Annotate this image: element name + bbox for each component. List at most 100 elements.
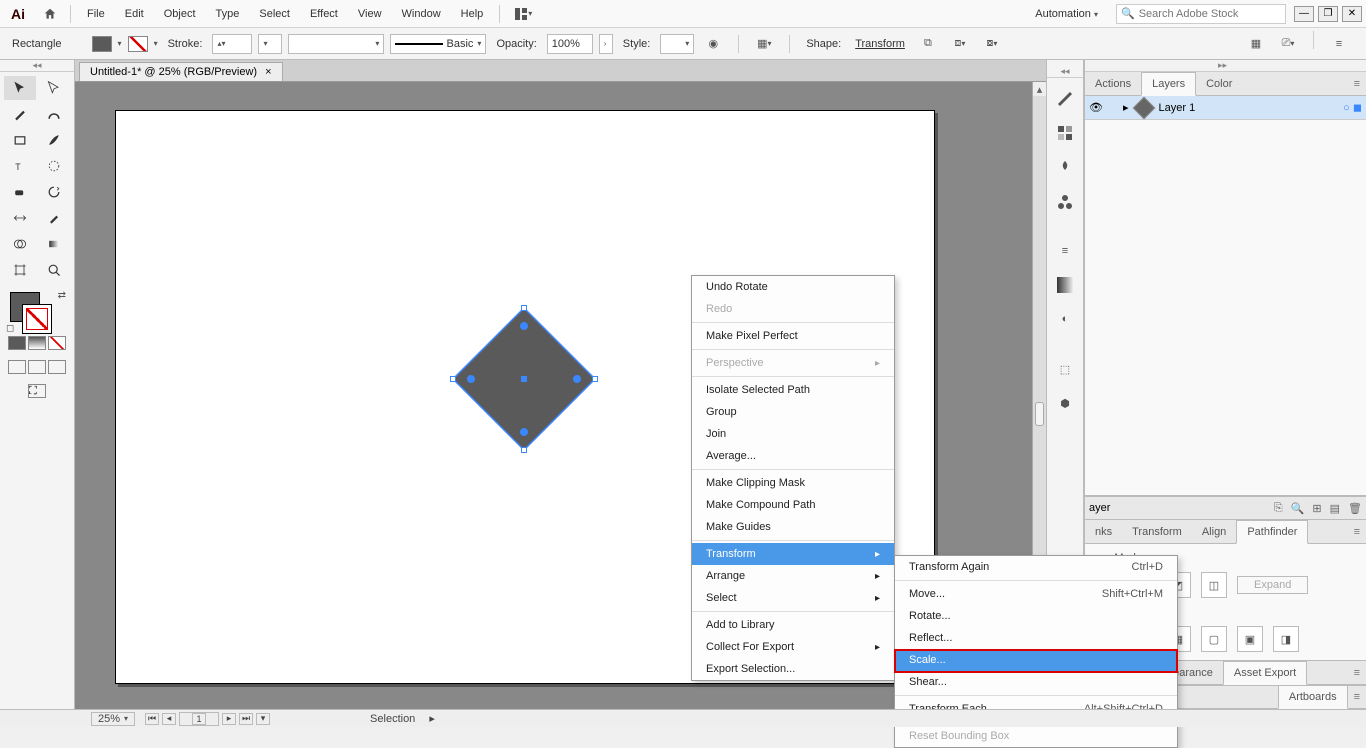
direct-selection-tool[interactable] xyxy=(38,76,70,100)
menu-type[interactable]: Type xyxy=(206,2,250,26)
transform-link[interactable]: Transform xyxy=(851,38,909,50)
doc-setup-icon[interactable]: ▦ xyxy=(1243,31,1269,57)
next-artboard-icon[interactable]: ▸ xyxy=(222,713,236,725)
color-mode-gradient[interactable] xyxy=(28,336,46,350)
brush-def[interactable]: Basic ▾ xyxy=(390,34,486,54)
width-tool[interactable] xyxy=(4,206,36,230)
layer-row[interactable]: 👁 ▸ Layer 1 ○ ◼ xyxy=(1085,96,1366,120)
tab-align[interactable]: Align xyxy=(1192,521,1236,543)
menu-effect[interactable]: Effect xyxy=(300,2,348,26)
artboard-nav-menu[interactable]: ▾ xyxy=(256,713,270,725)
zoom-tool[interactable] xyxy=(38,258,70,282)
menu-window[interactable]: Window xyxy=(392,2,451,26)
menu-edit[interactable]: Edit xyxy=(115,2,154,26)
status-menu-icon[interactable]: ▸ xyxy=(429,712,435,725)
outline-button[interactable]: ▣ xyxy=(1237,626,1263,652)
ctx-clipping-mask[interactable]: Make Clipping Mask xyxy=(692,472,894,494)
artboard-tool[interactable] xyxy=(4,258,36,282)
swatches-icon[interactable] xyxy=(1052,120,1078,146)
draw-mode-inside[interactable] xyxy=(48,360,66,374)
ctx-collect-export[interactable]: Collect For Export▸ xyxy=(692,636,894,658)
ctx-undo[interactable]: Undo Rotate xyxy=(692,276,894,298)
collapse-strip[interactable]: ◂◂ xyxy=(1047,66,1083,78)
ctx-join[interactable]: Join xyxy=(692,423,894,445)
panel-menu-icon[interactable]: ≡ xyxy=(1348,691,1366,703)
rectangle-tool[interactable] xyxy=(4,128,36,152)
stock-search[interactable]: 🔍 xyxy=(1116,4,1286,24)
stroke-color[interactable] xyxy=(22,304,52,334)
stroke-panel-icon[interactable]: ≡ xyxy=(1052,238,1078,264)
selected-shape[interactable] xyxy=(445,300,603,458)
prefs-icon[interactable]: ⎚▾ xyxy=(1275,31,1301,57)
menu-file[interactable]: File xyxy=(77,2,115,26)
stroke-swatch[interactable] xyxy=(128,36,148,52)
expand-button[interactable]: Expand xyxy=(1237,576,1308,594)
tab-pathfinder[interactable]: Pathfinder xyxy=(1236,520,1308,544)
eraser-tool[interactable] xyxy=(4,180,36,204)
sub-move[interactable]: Move...Shift+Ctrl+M xyxy=(895,583,1177,605)
restore-button[interactable]: ❐ xyxy=(1318,6,1338,22)
tab-layers[interactable]: Layers xyxy=(1141,72,1196,96)
swap-fill-stroke-icon[interactable]: ⇄ xyxy=(58,290,66,301)
color-mode-fill[interactable] xyxy=(8,336,26,350)
stroke-weight-menu[interactable]: ▾ xyxy=(258,34,282,54)
locate-icon[interactable]: ⎘ xyxy=(1274,502,1283,515)
pen-tool[interactable] xyxy=(4,102,36,126)
ctx-compound-path[interactable]: Make Compound Path xyxy=(692,494,894,516)
menu-object[interactable]: Object xyxy=(154,2,206,26)
tab-actions[interactable]: Actions xyxy=(1085,73,1141,95)
properties-icon[interactable] xyxy=(1052,86,1078,112)
ctx-add-library[interactable]: Add to Library xyxy=(692,614,894,636)
ctx-make-guides[interactable]: Make Guides xyxy=(692,516,894,538)
sub-scale[interactable]: Scale... xyxy=(895,649,1177,671)
panel-menu-icon[interactable]: ≡ xyxy=(1348,78,1366,90)
line-tool[interactable] xyxy=(38,154,70,178)
opacity-value[interactable]: 100% xyxy=(547,34,593,54)
rotate-tool[interactable] xyxy=(38,180,70,204)
color-mode-none[interactable] xyxy=(48,336,66,350)
arrange-docs-icon[interactable]: ▾ xyxy=(510,1,536,27)
panel-menu-icon[interactable]: ≡ xyxy=(1326,31,1352,57)
expand-icon[interactable]: ▸ xyxy=(1123,101,1129,114)
first-artboard-icon[interactable]: ⏮ xyxy=(145,713,159,725)
delete-layer-icon[interactable]: 🗑 xyxy=(1348,502,1362,515)
sub-shear[interactable]: Shear... xyxy=(895,671,1177,693)
shape-builder-tool[interactable] xyxy=(4,232,36,256)
document-tab[interactable]: Untitled-1* @ 25% (RGB/Preview) × xyxy=(79,62,283,81)
layer-name[interactable]: Layer 1 xyxy=(1159,102,1196,114)
symbols-icon[interactable] xyxy=(1052,188,1078,214)
menu-view[interactable]: View xyxy=(348,2,392,26)
ctx-group[interactable]: Group xyxy=(692,401,894,423)
tab-artboards[interactable]: Artboards xyxy=(1278,685,1348,709)
visibility-icon[interactable]: 👁 xyxy=(1089,101,1103,114)
ctx-select[interactable]: Select▸ xyxy=(692,587,894,609)
prev-artboard-icon[interactable]: ◂ xyxy=(162,713,176,725)
exclude-button[interactable]: ◫ xyxy=(1201,572,1227,598)
3d-panel-icon[interactable]: ⬢ xyxy=(1052,390,1078,416)
align-icon[interactable]: ▦▾ xyxy=(751,31,777,57)
sub-reflect[interactable]: Reflect... xyxy=(895,627,1177,649)
stroke-weight[interactable]: ▴▾ xyxy=(212,34,252,54)
ctx-arrange[interactable]: Arrange▸ xyxy=(692,565,894,587)
style-menu[interactable]: ▾ xyxy=(660,34,694,54)
tab-asset-export[interactable]: Asset Export xyxy=(1223,661,1307,685)
menu-select[interactable]: Select xyxy=(249,2,300,26)
workspace-switcher[interactable]: Automation ▾ xyxy=(1025,2,1108,26)
minimize-button[interactable]: — xyxy=(1294,6,1314,22)
last-artboard-icon[interactable]: ⏭ xyxy=(239,713,253,725)
draw-mode-behind[interactable] xyxy=(28,360,46,374)
draw-mode-normal[interactable] xyxy=(8,360,26,374)
zoom-level[interactable]: 25%▾ xyxy=(91,712,135,726)
ctx-isolate[interactable]: Isolate Selected Path xyxy=(692,379,894,401)
minus-back-button[interactable]: ◨ xyxy=(1273,626,1299,652)
selection-tool[interactable] xyxy=(4,76,36,100)
collapse-tools[interactable]: ◂◂ xyxy=(0,60,74,72)
transform-icon-2[interactable]: ⧈▾ xyxy=(947,31,973,57)
transform-icon-3[interactable]: ⧇▾ xyxy=(979,31,1005,57)
ctx-transform[interactable]: Transform▸ xyxy=(692,543,894,565)
panel-menu-icon[interactable]: ≡ xyxy=(1348,526,1366,538)
new-sublayer-icon[interactable]: ⊞ xyxy=(1312,502,1321,515)
search-layer-icon[interactable]: 🔍 xyxy=(1291,502,1305,515)
artboard-number[interactable]: 1 xyxy=(179,712,219,726)
transform-icon-1[interactable]: ⧉ xyxy=(915,31,941,57)
